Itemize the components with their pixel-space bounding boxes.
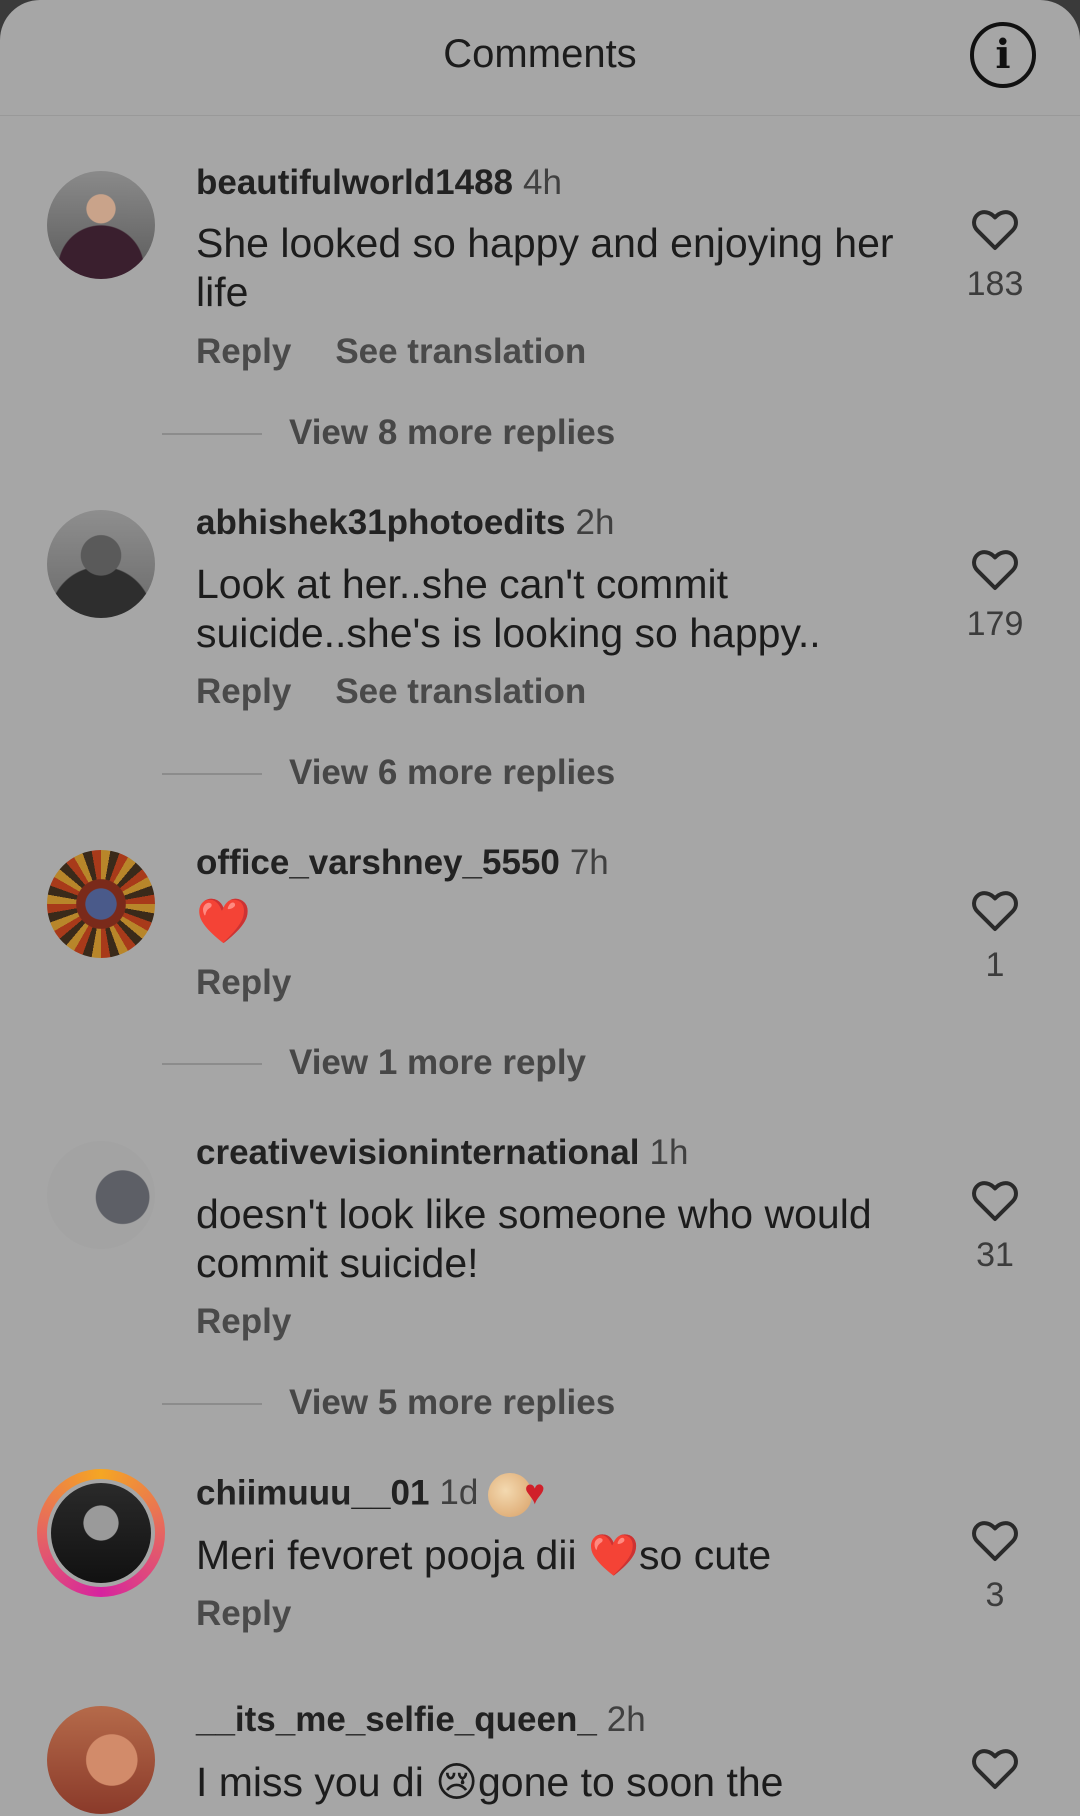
view-replies-button[interactable]: View 5 more replies (289, 1383, 615, 1423)
like-control: 179 (960, 547, 1030, 644)
comment-actions: Reply (196, 1302, 291, 1342)
comment-text: I miss you di 😢gone to soon the (196, 1759, 784, 1805)
comments-header: Comments i (0, 0, 1080, 116)
divider (162, 1063, 262, 1065)
comment-text: Look at her..she can't commit suicide..s… (196, 561, 821, 656)
avatar[interactable] (47, 850, 155, 958)
comment-username[interactable]: abhishek31photoedits 2h (196, 503, 614, 543)
comment-actions: Reply (196, 963, 291, 1003)
like-count: 179 (966, 605, 1024, 643)
page-title: Comments (443, 32, 637, 76)
info-icon[interactable]: i (970, 22, 1036, 88)
like-control: 183 (960, 207, 1030, 304)
avatar[interactable] (47, 1141, 155, 1249)
comment-time: 2h (575, 503, 615, 542)
like-control: 31 (960, 1178, 1030, 1275)
reply-button[interactable]: Reply (196, 963, 291, 1002)
comment-time: 1d (439, 1473, 479, 1513)
view-replies-button[interactable]: View 8 more replies (289, 413, 615, 453)
comment-actions: Reply (196, 1594, 291, 1634)
comment-text: doesn't look like someone who would comm… (196, 1191, 872, 1286)
heart-icon: ♥ (524, 1473, 546, 1513)
comment-actions: Reply See translation (196, 332, 586, 372)
avatar[interactable] (47, 1479, 155, 1587)
like-count: 31 (976, 1236, 1014, 1274)
reply-button[interactable]: Reply (196, 1302, 291, 1341)
heart-icon[interactable] (971, 547, 1019, 591)
avatar[interactable] (47, 171, 155, 279)
like-control: 1 (960, 888, 1030, 985)
like-control (960, 1746, 1030, 1790)
like-control: 3 (960, 1518, 1030, 1615)
heart-icon[interactable] (971, 207, 1019, 251)
comment-username[interactable]: beautifulworld1488 4h (196, 163, 562, 203)
comment-username[interactable]: chiimuuu__01 1d ♥ (196, 1473, 545, 1517)
avatar[interactable] (47, 1706, 155, 1814)
view-replies-button[interactable]: View 6 more replies (289, 753, 615, 793)
reply-button[interactable]: Reply (196, 1594, 291, 1633)
comment-text: Meri fevoret pooja dii ❤️so cute (196, 1532, 772, 1578)
heart-icon[interactable] (971, 1518, 1019, 1562)
reply-button[interactable]: Reply (196, 672, 291, 711)
comment-time: 1h (649, 1133, 689, 1172)
heart-icon[interactable] (971, 1178, 1019, 1222)
comment-time: 4h (523, 163, 562, 202)
heart-icon[interactable] (971, 888, 1019, 932)
comment-time: 7h (569, 843, 609, 882)
comments-sheet: Comments i beautifulworld1488 4h She look… (0, 0, 1080, 1816)
like-count: 3 (985, 1576, 1005, 1614)
avatar[interactable] (47, 510, 155, 618)
comment-text: She looked so happy and enjoying her lif… (196, 220, 894, 315)
comment-username[interactable]: creativevisioninternational 1h (196, 1133, 688, 1173)
divider (162, 1403, 262, 1405)
divider (162, 773, 262, 775)
reply-button[interactable]: Reply (196, 332, 291, 371)
comment-time: 2h (606, 1700, 646, 1739)
see-translation-button[interactable]: See translation (335, 332, 586, 371)
view-replies-button[interactable]: View 1 more reply (289, 1043, 586, 1083)
comment-text: ❤️ (196, 897, 251, 946)
like-count: 183 (966, 265, 1024, 303)
comment-username[interactable]: office_varshney_5550 7h (196, 843, 609, 883)
like-count: 1 (985, 946, 1005, 984)
heart-icon[interactable] (971, 1746, 1019, 1790)
comment-actions: Reply See translation (196, 672, 586, 712)
comment-username[interactable]: __its_me_selfie_queen_ 2h (196, 1700, 646, 1740)
divider (162, 433, 262, 435)
see-translation-button[interactable]: See translation (335, 672, 586, 711)
